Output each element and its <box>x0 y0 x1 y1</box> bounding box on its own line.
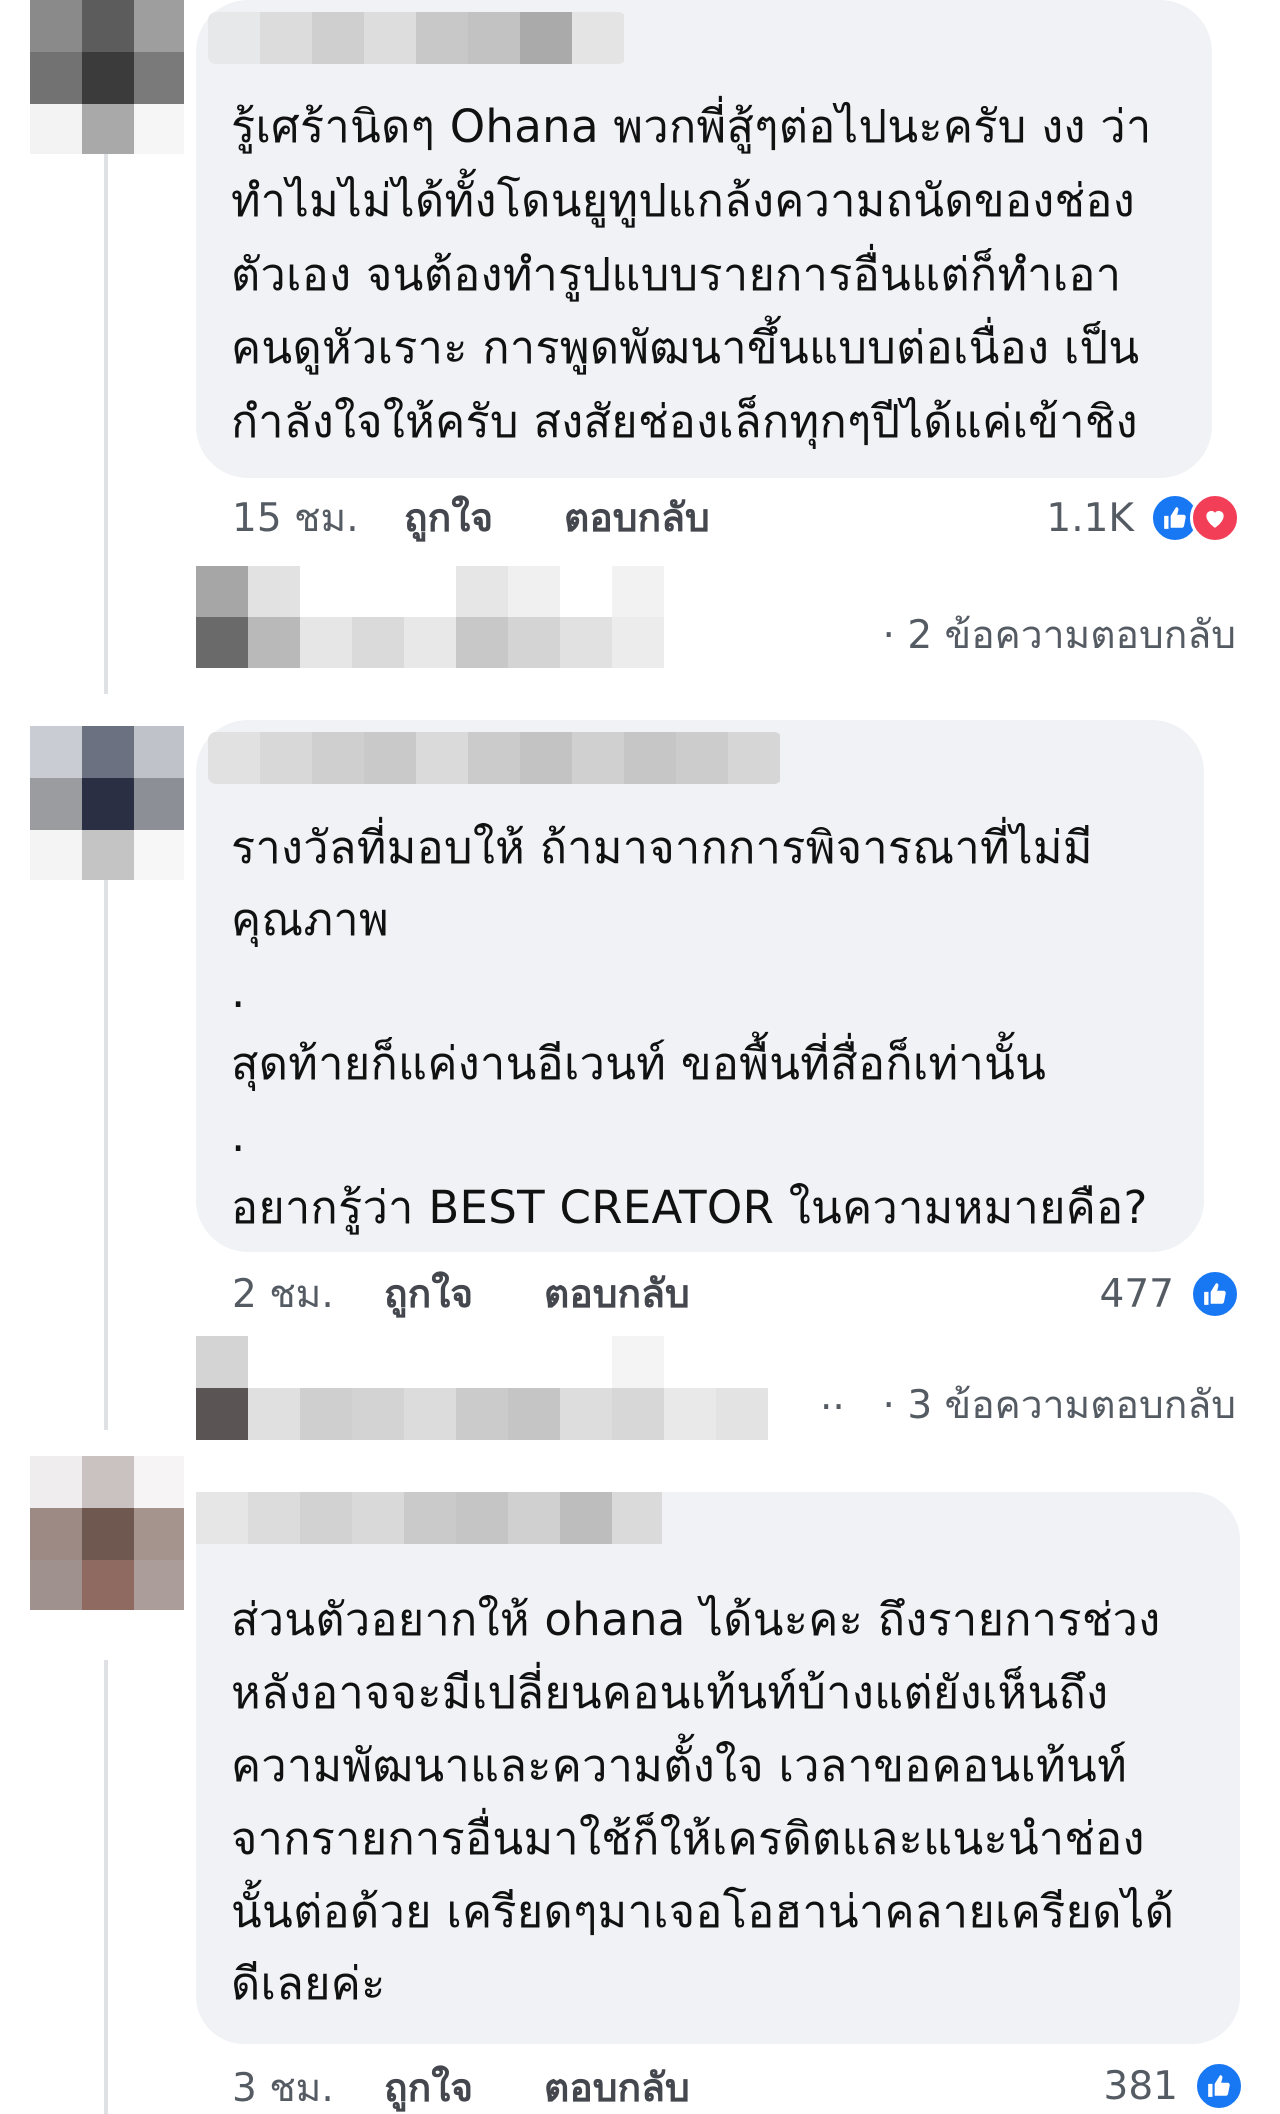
thread-line <box>104 880 108 1430</box>
reaction-count: 381 <box>1103 2063 1178 2109</box>
author-name-blurred[interactable] <box>208 12 626 64</box>
timestamp[interactable]: 3 ชม. <box>232 2064 366 2114</box>
like-button[interactable]: ถูกใจ <box>404 494 554 544</box>
reply-preview-blurred <box>196 1336 820 1440</box>
avatar[interactable] <box>30 1456 184 1610</box>
reply-button[interactable]: ตอบกลับ <box>564 494 710 544</box>
comment-text: รางวัลที่มอบให้ ถ้ามาจากการพิจารณาที่ไม่… <box>231 821 1148 1234</box>
reaction-count: 1.1K <box>1046 495 1134 541</box>
reply-button[interactable]: ตอบกลับ <box>544 1270 690 1320</box>
reaction-summary[interactable]: 1.1K <box>1046 490 1240 546</box>
comment-bubble: รู้เศร้านิดๆ Ohana พวกพี่สู้ๆต่อไปนะครับ… <box>196 0 1212 478</box>
timestamp[interactable]: 15 ชม. <box>232 494 386 544</box>
comment-text: รู้เศร้านิดๆ Ohana พวกพี่สู้ๆต่อไปนะครับ… <box>231 100 1152 449</box>
author-name-blurred[interactable] <box>208 732 782 784</box>
reply-preview-blurred <box>196 566 820 668</box>
like-icon <box>1194 2061 1244 2111</box>
timestamp[interactable]: 2 ชม. <box>232 1270 366 1320</box>
comment-meta: 15 ชม. ถูกใจ ตอบกลับ <box>232 494 710 544</box>
reaction-summary[interactable]: 381 <box>1104 2058 1244 2114</box>
view-replies-row[interactable]: · 2 ข้อความตอบกลับ <box>196 566 1280 668</box>
avatar[interactable] <box>30 0 184 154</box>
comment-text: ส่วนตัวอยากให้ ohana ได้นะคะ ถึงรายการช่… <box>231 1593 1175 2011</box>
comment-meta: 2 ชม. ถูกใจ ตอบกลับ <box>232 1270 690 1320</box>
comment-bubble: ส่วนตัวอยากให้ ohana ได้นะคะ ถึงรายการช่… <box>196 1492 1240 2044</box>
like-icon <box>1190 1269 1240 1319</box>
view-replies-row[interactable]: .. · 3 ข้อความตอบกลับ <box>196 1336 1280 1440</box>
comment-bubble: รางวัลที่มอบให้ ถ้ามาจากการพิจารณาที่ไม่… <box>196 720 1204 1252</box>
author-name-blurred[interactable] <box>196 1492 662 1544</box>
avatar[interactable] <box>30 726 184 880</box>
love-icon <box>1190 493 1240 543</box>
reaction-summary[interactable]: 477 <box>1100 1266 1240 1322</box>
comment-meta: 3 ชม. ถูกใจ ตอบกลับ <box>232 2064 690 2114</box>
reply-button[interactable]: ตอบกลับ <box>544 2064 690 2114</box>
thread-line <box>104 154 108 694</box>
like-button[interactable]: ถูกใจ <box>384 1270 534 1320</box>
truncation-dots: .. <box>820 1374 845 1419</box>
thread-line <box>104 1660 108 2114</box>
like-button[interactable]: ถูกใจ <box>384 2064 534 2114</box>
reaction-count: 477 <box>1099 1271 1174 1317</box>
view-replies-link[interactable]: · 2 ข้อความตอบกลับ <box>883 604 1236 666</box>
view-replies-link[interactable]: · 3 ข้อความตอบกลับ <box>883 1374 1236 1436</box>
